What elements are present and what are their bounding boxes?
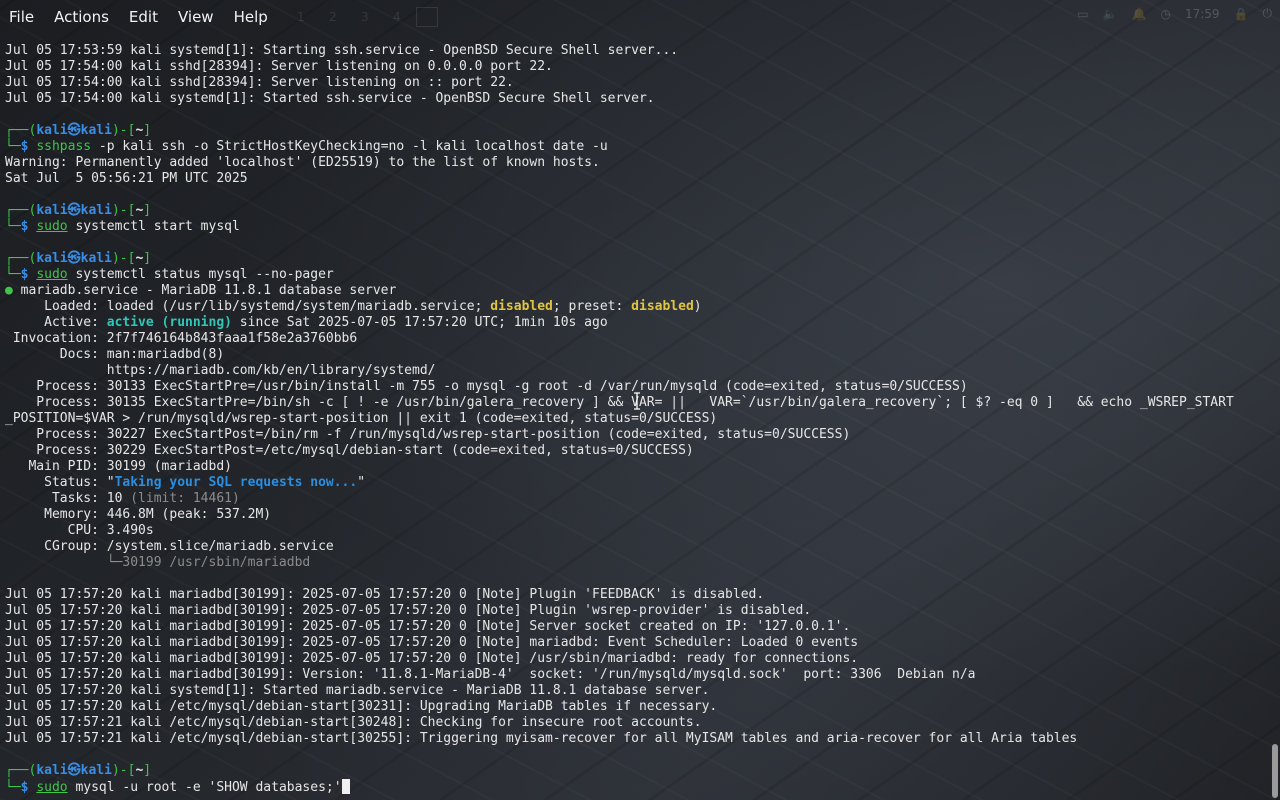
command-program: sudo [36, 780, 68, 795]
system-tray: ▭ 🔈 🔔 ◷ 17:59 🔒 ⏻ [1077, 6, 1272, 21]
command-line: └─$ sudo systemctl status mysql --no-pag… [5, 267, 334, 282]
workspace-1[interactable]: 1 [288, 7, 314, 27]
power-icon[interactable]: ⏻ [1263, 6, 1273, 21]
prompt-line: ┌──(kali㉿kali)-[~] [5, 203, 152, 218]
status-process: Process: 30227 ExecStartPost=/bin/rm -f … [5, 427, 851, 442]
status-docs-url: https://mariadb.com/kb/en/library/system… [5, 363, 436, 378]
log-line: Jul 05 17:57:20 kali mariadbd[30199]: 20… [5, 603, 812, 618]
log-line: Jul 05 17:54:00 kali sshd[28394]: Server… [5, 75, 514, 90]
status-cpu: CPU: 3.490s [5, 523, 154, 538]
terminal-scrollbar[interactable] [1272, 744, 1278, 798]
command-program: sudo [36, 267, 68, 282]
status-memory: Memory: 446.8M (peak: 537.2M) [5, 507, 272, 522]
command-args: mysql -u root -e 'SHOW databases;' [67, 780, 342, 795]
workspace-switcher: 1 2 3 4 [288, 7, 438, 27]
status-tasks: Tasks: 10 (limit: 14461) [5, 491, 240, 506]
status-mainpid: Main PID: 30199 (mariadbd) [5, 459, 232, 474]
menu-bar: File Actions Edit View Help [0, 5, 278, 29]
status-invocation: Invocation: 2f7f746164b843faaa1f58e2a376… [5, 331, 358, 346]
command-args: -p kali ssh -o StrictHostKeyChecking=no … [91, 139, 608, 154]
active-dot-icon: ● [5, 283, 13, 298]
workspace-2[interactable]: 2 [320, 7, 346, 27]
status-loaded: Loaded: loaded (/usr/lib/systemd/system/… [5, 299, 702, 314]
at-icon: ㉿ [67, 251, 81, 266]
menu-file[interactable]: File [0, 6, 44, 28]
log-line: Jul 05 17:54:00 kali systemd[1]: Started… [5, 91, 655, 106]
command-program: sshpass [36, 139, 92, 154]
command-args: systemctl status mysql --no-pager [67, 267, 334, 282]
log-line: Jul 05 17:53:59 kali systemd[1]: Startin… [5, 43, 679, 58]
prompt-line: ┌──(kali㉿kali)-[~] [5, 763, 152, 778]
command-line-active[interactable]: └─$ sudo mysql -u root -e 'SHOW database… [5, 779, 350, 795]
volume-icon[interactable]: 🔈 [1103, 7, 1118, 21]
monitor-icon[interactable]: ▭ [1077, 7, 1088, 21]
menu-view[interactable]: View [168, 6, 224, 28]
log-line: Jul 05 17:57:20 kali mariadbd[30199]: 20… [5, 619, 851, 634]
output-line: Warning: Permanently added 'localhost' (… [5, 155, 600, 170]
status-process: Process: 30229 ExecStartPost=/etc/mysql/… [5, 443, 694, 458]
status-cgroup: CGroup: /system.slice/mariadb.service [5, 539, 334, 554]
at-icon: ㉿ [67, 203, 81, 218]
ibeam-cursor-icon [634, 392, 640, 410]
text-cursor [341, 779, 350, 794]
at-icon: ㉿ [67, 123, 81, 138]
status-process: _POSITION=$VAR > /run/mysqld/wsrep-start… [5, 411, 718, 426]
workspace-4[interactable]: 4 [384, 7, 410, 27]
command-line: └─$ sudo systemctl start mysql [5, 219, 240, 234]
log-line: Jul 05 17:57:20 kali /etc/mysql/debian-s… [5, 699, 718, 714]
status-process: Process: 30133 ExecStartPre=/usr/bin/ins… [5, 379, 968, 394]
menu-help[interactable]: Help [224, 6, 278, 28]
log-line: Jul 05 17:57:20 kali mariadbd[30199]: 20… [5, 651, 859, 666]
log-line: Jul 05 17:57:21 kali /etc/mysql/debian-s… [5, 731, 1078, 746]
clock-time[interactable]: 17:59 [1185, 7, 1220, 21]
log-line: Jul 05 17:57:21 kali /etc/mysql/debian-s… [5, 715, 702, 730]
log-line: Jul 05 17:57:20 kali systemd[1]: Started… [5, 683, 710, 698]
output-line: Sat Jul 5 05:56:21 PM UTC 2025 [5, 171, 248, 186]
terminal-taskbar-icon[interactable] [415, 7, 438, 27]
notification-bell-icon[interactable]: 🔔 [1132, 7, 1147, 21]
status-cgroup-child: └─30199 /usr/sbin/mariadbd [5, 555, 311, 570]
status-status: Status: "Taking your SQL requests now...… [5, 475, 366, 490]
at-icon: ㉿ [67, 763, 81, 778]
status-active: Active: active (running) since Sat 2025-… [5, 315, 608, 330]
log-line: Jul 05 17:57:20 kali mariadbd[30199]: 20… [5, 587, 765, 602]
command-line: └─$ sshpass -p kali ssh -o StrictHostKey… [5, 139, 608, 154]
prompt-user: kali [36, 123, 68, 138]
log-line: Jul 05 17:57:20 kali mariadbd[30199]: Ve… [5, 667, 976, 682]
status-docs: Docs: man:mariadbd(8) [5, 347, 225, 362]
prompt-line: ┌──(kali㉿kali)-[~] [5, 251, 152, 266]
menu-edit[interactable]: Edit [119, 6, 168, 28]
workspace-3[interactable]: 3 [352, 7, 378, 27]
command-args: systemctl start mysql [67, 219, 240, 234]
prompt-line: ┌──(kali㉿kali)-[~] [5, 123, 152, 138]
terminal-output[interactable]: Jul 05 17:53:59 kali systemd[1]: Startin… [0, 34, 1270, 800]
log-line: Jul 05 17:57:20 kali mariadbd[30199]: 20… [5, 635, 859, 650]
clock-icon: ◷ [1160, 6, 1171, 21]
lock-icon[interactable]: 🔒 [1234, 7, 1249, 21]
status-process: Process: 30135 ExecStartPre=/bin/sh -c [… [5, 395, 1234, 410]
command-program: sudo [36, 219, 68, 234]
top-panel: File Actions Edit View Help 1 2 3 4 ▭ 🔈 … [0, 0, 1280, 34]
prompt-host: kali [80, 123, 112, 138]
menu-actions[interactable]: Actions [44, 6, 119, 28]
log-line: Jul 05 17:54:00 kali sshd[28394]: Server… [5, 59, 553, 74]
status-unit-line: ● mariadb.service - MariaDB 11.8.1 datab… [5, 283, 397, 298]
